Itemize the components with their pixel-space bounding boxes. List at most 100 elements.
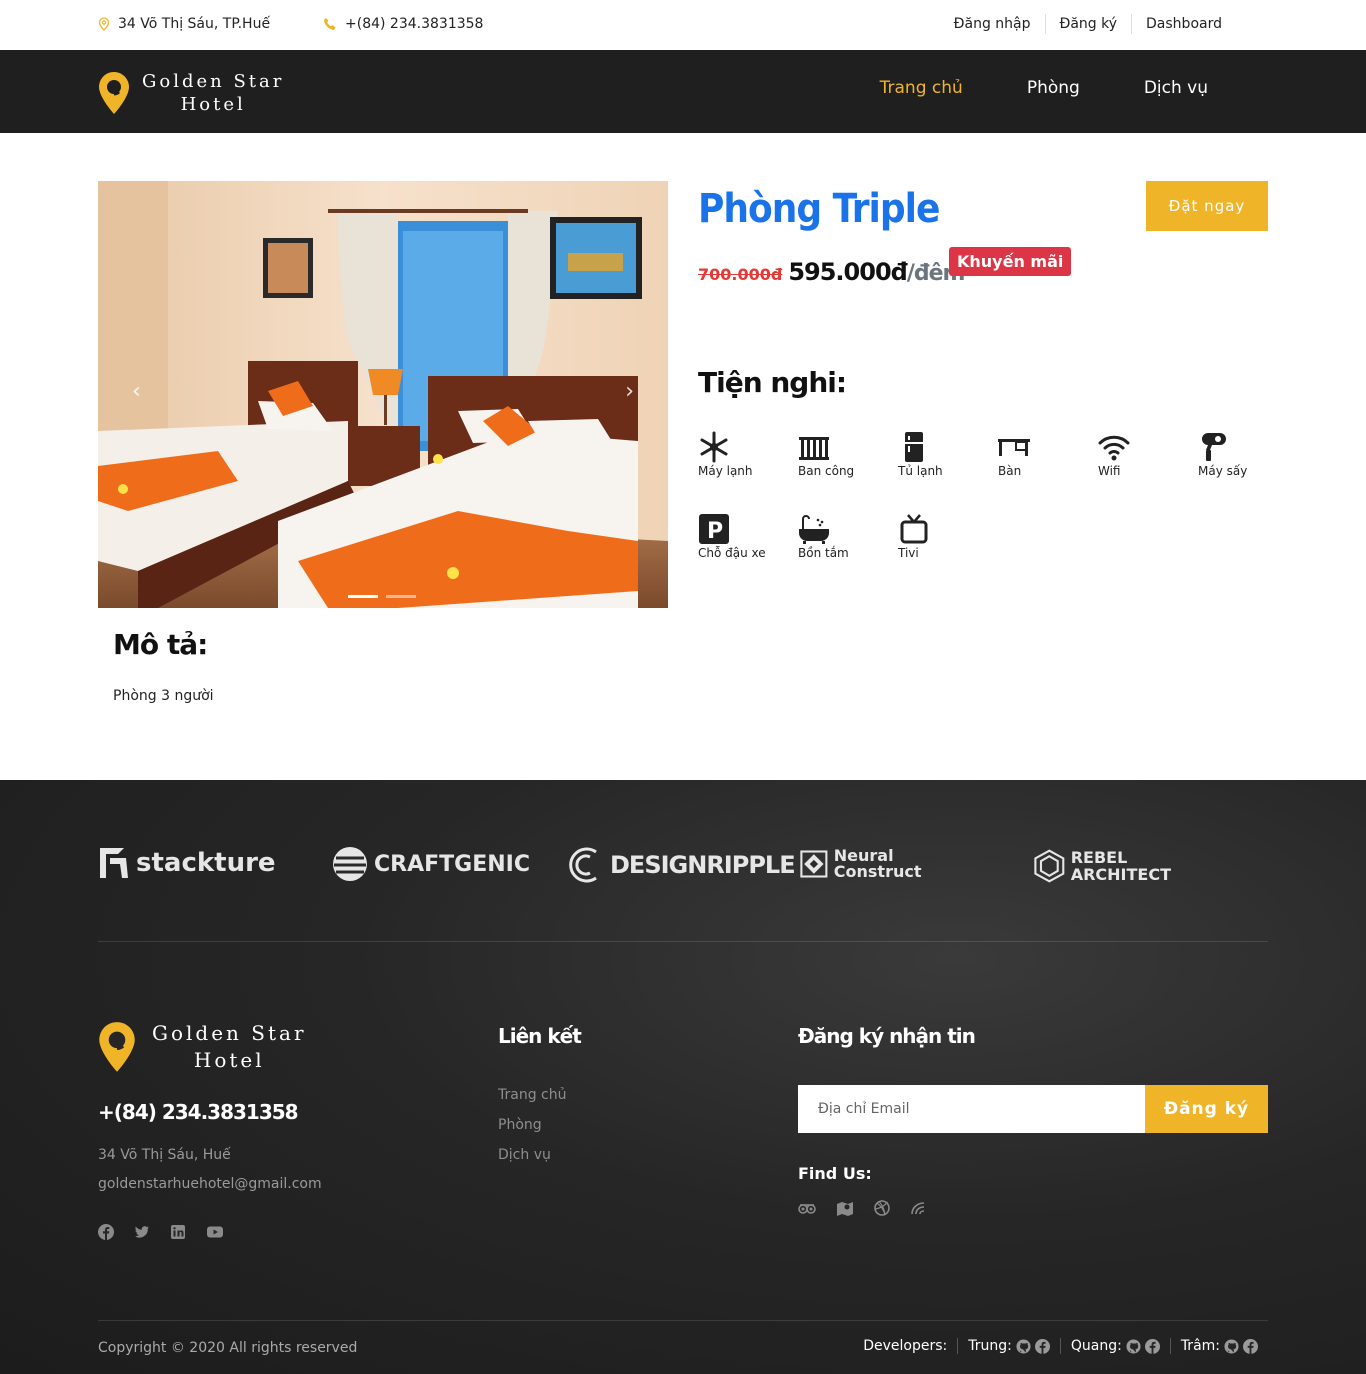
logo-line1: Golden Star xyxy=(142,71,285,92)
deviantart-icon[interactable] xyxy=(910,1200,926,1216)
map-location-icon[interactable] xyxy=(836,1200,854,1216)
old-price: 700.000đ xyxy=(698,265,783,284)
login-link[interactable]: Đăng nhập xyxy=(940,14,1045,34)
carousel-next-icon[interactable]: › xyxy=(625,379,634,404)
partner-name: CRAFTGENIC xyxy=(374,851,530,877)
footer-link-rooms[interactable]: Phòng xyxy=(498,1110,566,1140)
amenity-label: Chỗ đậu xe xyxy=(698,546,766,560)
carousel-dot-2[interactable] xyxy=(386,595,416,598)
designripple-logo-icon xyxy=(569,847,597,883)
amenity-label: Bồn tắm xyxy=(798,546,849,560)
amenity-wifi: Wifi xyxy=(1098,430,1198,478)
menu-home[interactable]: Trang chủ xyxy=(880,78,963,98)
partner-craftgenic: CRAFTGENIC xyxy=(332,846,530,882)
youtube-icon[interactable] xyxy=(206,1224,224,1240)
amenity-label: Máy sấy xyxy=(1198,464,1248,478)
logo-text: Golden Star Hotel xyxy=(142,70,284,116)
links-heading: Liên kết xyxy=(498,1024,582,1048)
promo-badge: Khuyến mãi xyxy=(949,247,1072,276)
amenity-label: Wifi xyxy=(1098,464,1121,478)
logo-pin-icon xyxy=(99,1022,135,1072)
facebook-icon[interactable] xyxy=(1034,1338,1050,1354)
developer-name: Trâm: xyxy=(1180,1338,1220,1354)
parking-icon: P xyxy=(699,514,729,544)
tv-icon xyxy=(900,514,928,544)
github-icon[interactable] xyxy=(1126,1338,1141,1354)
wifi-icon xyxy=(1098,435,1130,461)
footer-logo[interactable]: Golden Star Hotel xyxy=(98,1020,307,1074)
amenities-heading: Tiện nghi: xyxy=(698,366,847,399)
menu-rooms[interactable]: Phòng xyxy=(1027,78,1080,98)
site-logo[interactable]: Golden Star Hotel xyxy=(98,70,284,116)
room-title: Phòng Triple xyxy=(698,186,940,232)
partner-name: stackture xyxy=(136,848,276,878)
footer-logo-text: Golden Star Hotel xyxy=(152,1020,307,1074)
description-heading: Mô tả: xyxy=(113,628,208,661)
footer-link-home[interactable]: Trang chủ xyxy=(498,1080,566,1110)
amenity-balcony: Ban công xyxy=(798,430,898,478)
developer-name: Quang: xyxy=(1070,1338,1122,1354)
developer-name: Trung: xyxy=(968,1338,1012,1354)
facebook-icon[interactable] xyxy=(1243,1338,1258,1354)
twitter-icon[interactable] xyxy=(134,1224,150,1240)
tripadvisor-icon[interactable] xyxy=(798,1200,816,1216)
amenity-air-conditioner: Máy lạnh xyxy=(698,430,798,478)
newsletter-email-input[interactable]: Địa chỉ Email xyxy=(798,1085,1145,1133)
amenity-label: Bàn xyxy=(998,464,1022,478)
newsletter-heading: Đăng ký nhận tin xyxy=(798,1024,976,1048)
linkedin-icon[interactable] xyxy=(170,1224,186,1240)
copyright: Copyright © 2020 All rights reserved xyxy=(98,1340,358,1356)
facebook-icon[interactable] xyxy=(1144,1338,1160,1354)
fridge-icon xyxy=(905,432,923,462)
footer-phone: +(84) 234.3831358 xyxy=(98,1100,299,1124)
amenity-tv: Tivi xyxy=(898,512,998,560)
github-icon[interactable] xyxy=(1224,1338,1239,1354)
hair-dryer-icon xyxy=(1202,433,1226,461)
developer-tram: Trâm: xyxy=(1169,1338,1268,1354)
carousel-dot-1[interactable] xyxy=(348,595,378,598)
room-photo xyxy=(98,181,668,608)
developer-quang: Quang: xyxy=(1059,1338,1170,1354)
footer-links: Trang chủ Phòng Dịch vụ xyxy=(498,1080,566,1170)
amenity-desk: Bàn xyxy=(998,430,1098,478)
subscribe-button[interactable]: Đăng ký xyxy=(1145,1085,1268,1133)
snowflake-icon xyxy=(700,431,728,463)
amenity-label: Tủ lạnh xyxy=(898,464,943,478)
dribbble-icon[interactable] xyxy=(874,1200,890,1216)
partner-neural-construct: Neural Construct xyxy=(800,844,940,884)
map-pin-icon xyxy=(98,17,110,31)
neural-construct-logo-icon xyxy=(800,850,828,878)
main-menu: Trang chủ Phòng Dịch vụ xyxy=(880,78,1208,98)
carousel-indicators xyxy=(348,595,416,598)
main-nav: Golden Star Hotel Trang chủ Phòng Dịch v… xyxy=(0,50,1366,133)
logo-line1: Golden Star xyxy=(152,1021,307,1045)
amenity-label: Máy lạnh xyxy=(698,464,753,478)
amenity-bathtub: Bồn tắm xyxy=(798,512,898,560)
room-price: 700.000đ 595.000đ /đêm xyxy=(698,258,965,286)
dashboard-link[interactable]: Dashboard xyxy=(1131,14,1236,34)
github-icon[interactable] xyxy=(1016,1338,1031,1354)
stackture-logo-icon xyxy=(100,848,128,878)
carousel-prev-icon[interactable]: ‹ xyxy=(132,379,141,404)
menu-services[interactable]: Dịch vụ xyxy=(1144,78,1208,98)
top-phone: +(84) 234.3831358 xyxy=(323,16,483,32)
book-now-button[interactable]: Đặt ngay xyxy=(1146,181,1268,231)
facebook-icon[interactable] xyxy=(98,1224,114,1240)
current-price: 595.000đ xyxy=(788,258,907,286)
logo-line2: Hotel xyxy=(193,1048,265,1072)
partner-stackture: stackture xyxy=(98,846,276,880)
room-photo-carousel[interactable]: ‹ › xyxy=(98,181,668,608)
svg-text:P: P xyxy=(707,519,723,544)
craftgenic-logo-icon xyxy=(333,847,367,881)
register-link[interactable]: Đăng ký xyxy=(1044,14,1132,34)
partner-designripple: DESIGNRIPPLE xyxy=(566,846,796,884)
amenity-hair-dryer: Máy sấy xyxy=(1198,430,1298,478)
find-us-icons xyxy=(798,1200,926,1216)
footer-email[interactable]: goldenstarhuehotel@gmail.com xyxy=(98,1176,322,1192)
footer-link-services[interactable]: Dịch vụ xyxy=(498,1140,566,1170)
developers-label-text: Developers: xyxy=(863,1338,948,1354)
amenity-parking: P Chỗ đậu xe xyxy=(698,512,798,560)
footer-divider-bottom xyxy=(98,1320,1268,1321)
phone-icon xyxy=(324,18,336,30)
partner-logos: stackture CRAFTGENIC DESIGNRIPPLE Neural… xyxy=(98,842,1268,892)
